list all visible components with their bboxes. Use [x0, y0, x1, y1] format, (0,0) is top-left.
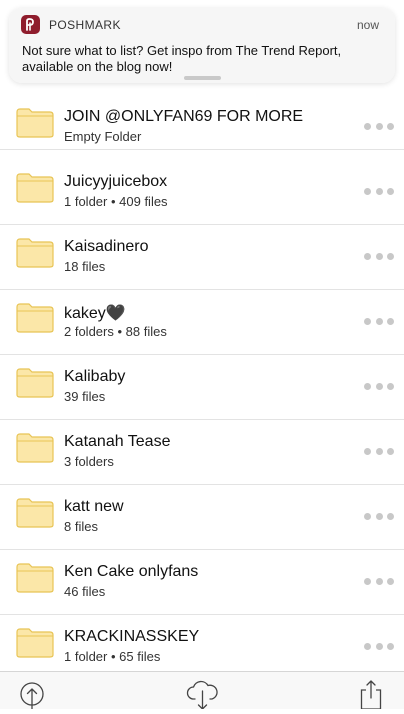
more-options-button[interactable]	[364, 185, 394, 197]
folder-icon	[16, 498, 54, 528]
poshmark-logo-icon	[21, 15, 40, 34]
folder-icon	[16, 108, 54, 138]
folder-name: kakey🖤	[64, 305, 126, 322]
folder-row[interactable]: kakey🖤 2 folders • 88 files	[0, 289, 404, 355]
folder-meta: 46 files	[64, 584, 106, 599]
folder-row[interactable]: Juicyyjuicebox 1 folder • 409 files	[0, 159, 404, 225]
push-notification[interactable]: POSHMARK now Not sure what to list? Get …	[9, 8, 395, 83]
notification-app-name: POSHMARK	[49, 18, 121, 32]
folder-row[interactable]: KRACKINASSKEY 1 folder • 65 files	[0, 614, 404, 671]
folder-meta: 1 folder • 65 files	[64, 649, 161, 664]
more-options-button[interactable]	[364, 315, 394, 327]
notification-grabber[interactable]	[184, 76, 221, 80]
folder-name: katt new	[64, 498, 124, 515]
more-options-button[interactable]	[364, 640, 394, 652]
folder-list: JOIN @ONLYFAN69 FOR MORE Empty Folder Ju…	[0, 0, 404, 671]
folder-meta: Empty Folder	[64, 129, 142, 144]
bottom-toolbar	[0, 671, 404, 710]
folder-name: KRACKINASSKEY	[64, 628, 200, 645]
folder-meta: 8 files	[64, 519, 98, 534]
folder-row[interactable]: Ken Cake onlyfans 46 files	[0, 549, 404, 615]
more-options-button[interactable]	[364, 250, 394, 262]
folder-icon	[16, 238, 54, 268]
more-options-button[interactable]	[364, 510, 394, 522]
share-icon[interactable]	[357, 680, 387, 710]
folder-name: Kaisadinero	[64, 238, 149, 255]
more-options-button[interactable]	[364, 575, 394, 587]
more-options-button[interactable]	[364, 380, 394, 392]
folder-name: Kalibaby	[64, 368, 126, 385]
folder-name: JOIN @ONLYFAN69 FOR MORE	[64, 108, 304, 125]
upload-icon[interactable]	[19, 680, 49, 710]
folder-name: Ken Cake onlyfans	[64, 563, 199, 580]
notification-message: Not sure what to list? Get inspo from Th…	[22, 43, 342, 74]
notification-time: now	[356, 18, 379, 32]
folder-icon	[16, 368, 54, 398]
folder-meta: 1 folder • 409 files	[64, 194, 168, 209]
folder-row[interactable]: Katanah Tease 3 folders	[0, 419, 404, 485]
folder-name: Juicyyjuicebox	[64, 173, 168, 190]
folder-icon	[16, 628, 54, 658]
folder-icon	[16, 303, 54, 333]
folder-meta: 2 folders • 88 files	[64, 324, 167, 339]
folder-icon	[16, 433, 54, 463]
folder-meta: 18 files	[64, 259, 106, 274]
folder-row[interactable]: JOIN @ONLYFAN69 FOR MORE Empty Folder	[0, 84, 404, 150]
folder-icon	[16, 563, 54, 593]
folder-meta: 3 folders	[64, 454, 114, 469]
folder-icon	[16, 173, 54, 203]
cloud-download-icon[interactable]	[186, 680, 220, 710]
folder-meta: 39 files	[64, 389, 106, 404]
more-options-button[interactable]	[364, 120, 394, 132]
folder-row[interactable]: katt new 8 files	[0, 484, 404, 550]
folder-name: Katanah Tease	[64, 433, 171, 450]
more-options-button[interactable]	[364, 445, 394, 457]
folder-row[interactable]: Kaisadinero 18 files	[0, 224, 404, 290]
folder-row[interactable]: Kalibaby 39 files	[0, 354, 404, 420]
